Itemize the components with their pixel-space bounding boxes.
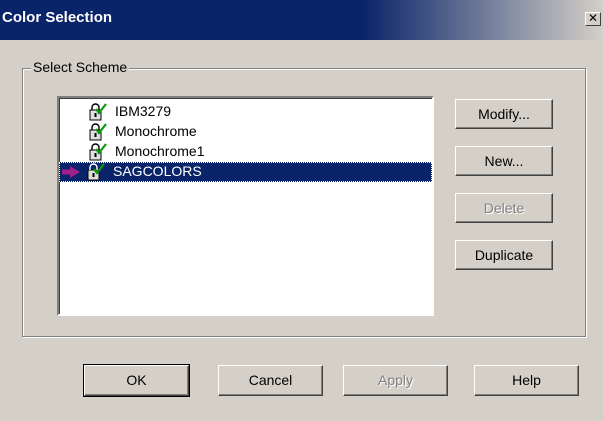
help-button[interactable]: Help	[474, 365, 579, 396]
scheme-name: SAGCOLORS	[113, 163, 202, 179]
cancel-button-label: Cancel	[248, 372, 293, 388]
duplicate-button-label: Duplicate	[474, 247, 534, 263]
window-title: Color Selection	[2, 9, 113, 26]
ok-button[interactable]: OK	[83, 364, 190, 397]
close-button[interactable]: ✕	[585, 12, 601, 26]
scheme-lock-check-icon	[89, 103, 107, 121]
scheme-lock-check-icon	[89, 143, 107, 161]
help-button-label: Help	[512, 372, 541, 388]
ok-button-label: OK	[126, 372, 147, 388]
modify-button-label: Modify...	[478, 106, 530, 122]
scheme-list-item[interactable]: Monochrome	[61, 122, 432, 142]
new-button-label: New...	[484, 153, 524, 169]
cancel-button[interactable]: Cancel	[218, 365, 323, 396]
delete-button[interactable]: Delete	[455, 193, 553, 223]
duplicate-button[interactable]: Duplicate	[455, 240, 553, 270]
scheme-list[interactable]: IBM3279 Monochrome Monochrome1 SAGCOLORS	[57, 96, 434, 316]
apply-button-label: Apply	[377, 372, 414, 388]
title-bar[interactable]: Color Selection ✕	[0, 0, 603, 40]
scheme-list-item[interactable]: Monochrome1	[61, 142, 432, 162]
group-label: Select Scheme	[31, 59, 130, 75]
new-button[interactable]: New...	[455, 146, 553, 176]
scheme-name: Monochrome1	[115, 143, 205, 159]
apply-button[interactable]: Apply	[343, 365, 448, 396]
close-icon: ✕	[587, 11, 599, 25]
scheme-name: Monochrome	[115, 123, 197, 139]
scheme-list-item-selected[interactable]: SAGCOLORS	[59, 162, 432, 182]
delete-button-label: Delete	[483, 200, 525, 216]
color-selection-dialog: Color Selection ✕ Select Scheme IBM3279	[0, 0, 603, 421]
scheme-name: IBM3279	[115, 103, 172, 119]
modify-button[interactable]: Modify...	[455, 99, 553, 129]
scheme-lock-check-icon	[89, 123, 107, 141]
scheme-lock-check-icon	[87, 163, 105, 181]
scheme-list-item[interactable]: IBM3279	[61, 102, 432, 122]
current-scheme-arrow-icon	[62, 166, 80, 178]
